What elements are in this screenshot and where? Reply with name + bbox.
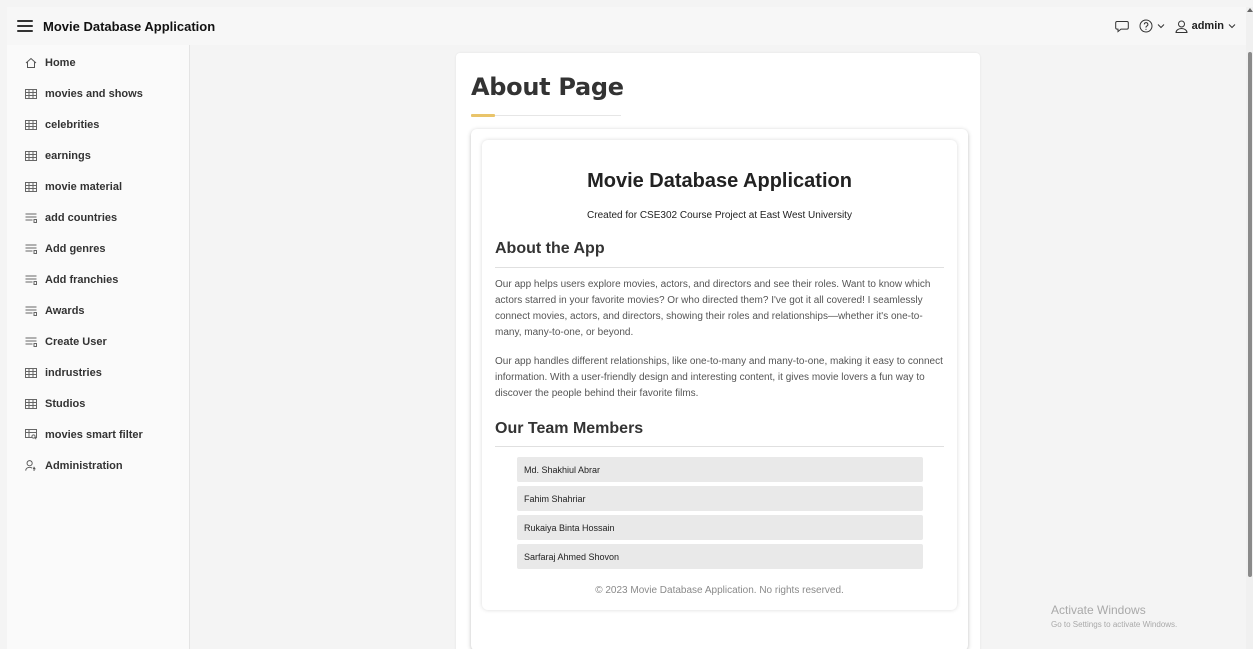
table-icon (25, 398, 37, 410)
sidebar-item-indrustries[interactable]: indrustries (7, 357, 189, 388)
sidebar-item-label: Studios (45, 397, 86, 410)
chat-icon (1114, 20, 1129, 33)
sidebar-item-label: Home (45, 56, 76, 69)
title-accent-bar (471, 114, 495, 117)
sidebar-nav: Home movies and shows celebrities earnin… (7, 45, 190, 649)
about-page-region: About Page Movie Database Application Cr… (456, 53, 980, 649)
admin-icon (25, 460, 37, 472)
team-member-item: Sarfaraj Ahmed Shovon (517, 544, 923, 569)
sidebar-item-label: Add genres (45, 242, 106, 255)
watermark-title: Activate Windows (1051, 603, 1146, 617)
form-icon (25, 243, 37, 255)
home-icon (25, 57, 37, 69)
table-icon (25, 367, 37, 379)
user-icon (1175, 20, 1188, 33)
team-member-item: Fahim Shahriar (517, 486, 923, 511)
header-right: admin (1114, 19, 1236, 33)
sidebar-item-label: add countries (45, 211, 118, 224)
sidebar-item-label: earnings (45, 149, 91, 162)
activate-windows-watermark: Activate Windows Go to Settings to activ… (1051, 603, 1177, 629)
sidebar-item-movies-smart-filter[interactable]: movies smart filter (7, 419, 189, 450)
scrollbar-thumb[interactable] (1248, 52, 1252, 577)
sidebar-item-label: Awards (45, 304, 85, 317)
sidebar-item-movie-material[interactable]: movie material (7, 171, 189, 202)
about-container: Movie Database Application Created for C… (471, 129, 968, 649)
hamburger-icon[interactable] (17, 19, 33, 33)
sidebar-item-add-genres[interactable]: Add genres (7, 233, 189, 264)
about-paragraph-1: Our app helps users explore movies, acto… (495, 279, 931, 338)
app-header: Movie Database Application admin (7, 7, 1246, 45)
sidebar-item-administration[interactable]: Administration (7, 450, 189, 481)
form-icon (25, 305, 37, 317)
team-member-item: Rukaiya Binta Hossain (517, 515, 923, 540)
form-icon (25, 212, 37, 224)
app-heading: Movie Database Application (587, 170, 852, 192)
header-left: Movie Database Application (17, 19, 215, 34)
main-content: About Page Movie Database Application Cr… (191, 45, 1246, 649)
sidebar-item-label: Add franchies (45, 273, 119, 286)
sidebar-item-create-user[interactable]: Create User (7, 326, 189, 357)
table-icon (25, 119, 37, 131)
page-title: About Page (471, 73, 624, 101)
course-subtitle: Created for CSE302 Course Project at Eas… (587, 210, 852, 221)
table-icon (25, 88, 37, 100)
sidebar-item-label: movies smart filter (45, 428, 143, 441)
team-heading: Our Team Members (495, 420, 644, 437)
sidebar-item-celebrities[interactable]: celebrities (7, 109, 189, 140)
sidebar-item-label: Administration (45, 459, 123, 472)
help-icon (1139, 19, 1153, 33)
table-icon (25, 181, 37, 193)
sidebar-item-awards[interactable]: Awards (7, 295, 189, 326)
sidebar-item-label: movies and shows (45, 87, 143, 100)
sidebar-item-label: indrustries (45, 366, 102, 379)
chevron-down-icon (1228, 24, 1236, 29)
sidebar-item-label: movie material (45, 180, 123, 193)
watermark-subtitle: Go to Settings to activate Windows. (1051, 620, 1178, 629)
sidebar-item-label: celebrities (45, 118, 100, 131)
table-icon (25, 150, 37, 162)
app-title[interactable]: Movie Database Application (43, 19, 215, 34)
about-card: Movie Database Application Created for C… (482, 140, 957, 610)
scroll-up-icon[interactable] (1247, 8, 1253, 12)
smart-filter-icon (25, 429, 37, 441)
chevron-down-icon (1157, 24, 1164, 29)
form-icon (25, 336, 37, 348)
section-divider (495, 267, 944, 268)
chat-button[interactable] (1114, 20, 1129, 33)
sidebar-item-add-franchies[interactable]: Add franchies (7, 264, 189, 295)
team-member-item: Md. Shakhiul Abrar (517, 457, 923, 482)
user-name: admin (1191, 20, 1224, 32)
sidebar-item-home[interactable]: Home (7, 47, 189, 78)
footer-copyright: © 2023 Movie Database Application. No ri… (595, 585, 844, 596)
sidebar-item-label: Create User (45, 335, 107, 348)
section-divider (495, 446, 944, 447)
about-paragraph-2: Our app handles different relationships,… (495, 356, 943, 399)
about-app-heading: About the App (495, 240, 605, 257)
sidebar-item-studios[interactable]: Studios (7, 388, 189, 419)
user-menu-button[interactable]: admin (1175, 20, 1236, 33)
sidebar-item-add-countries[interactable]: add countries (7, 202, 189, 233)
sidebar-item-earnings[interactable]: earnings (7, 140, 189, 171)
form-icon (25, 274, 37, 286)
sidebar-item-movies-and-shows[interactable]: movies and shows (7, 78, 189, 109)
help-button[interactable] (1139, 19, 1165, 33)
